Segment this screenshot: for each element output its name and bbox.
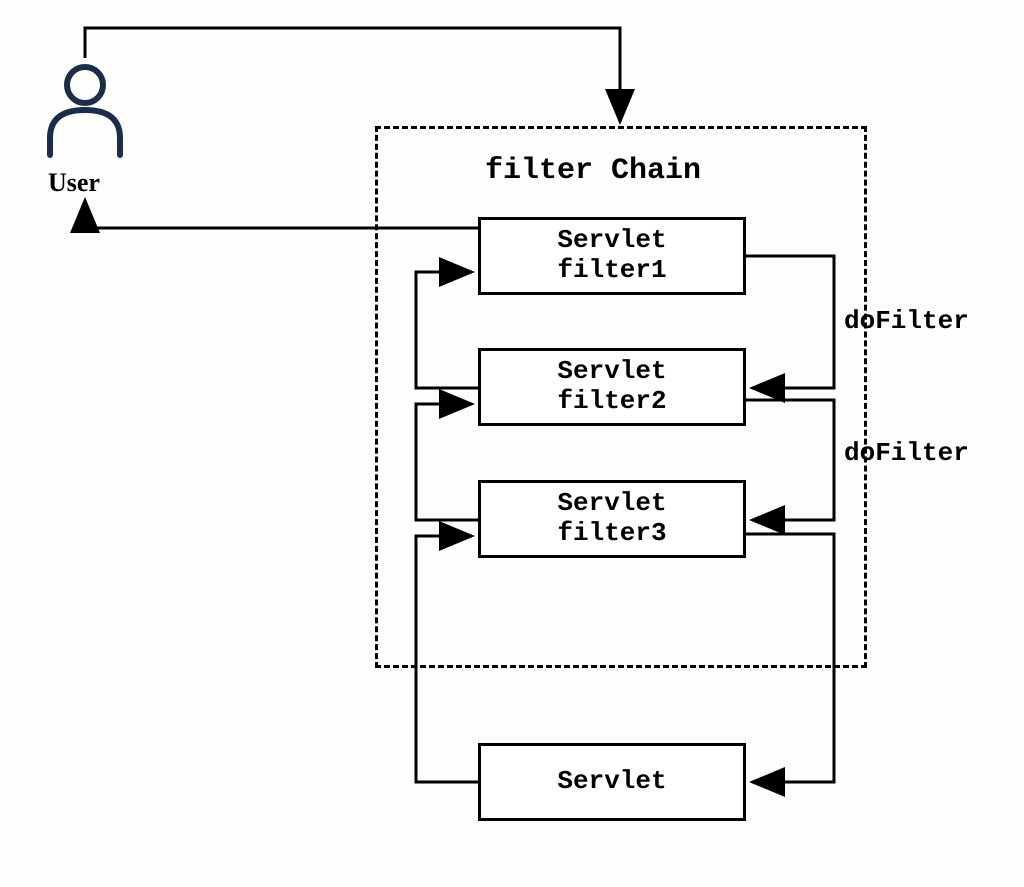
servlet-box: Servlet bbox=[478, 743, 746, 821]
do-filter-label-2: doFilter bbox=[844, 438, 969, 468]
filter2-line2: filter2 bbox=[557, 386, 666, 416]
servlet-filter2-box: Servlet filter2 bbox=[478, 348, 746, 426]
filter1-line2: filter1 bbox=[557, 255, 666, 285]
servlet-filter1-box: Servlet filter1 bbox=[478, 217, 746, 295]
filter3-line2: filter3 bbox=[557, 518, 666, 548]
filter1-line1: Servlet bbox=[557, 225, 666, 255]
user-icon bbox=[40, 60, 130, 160]
filter-chain-title: filter Chain bbox=[485, 154, 701, 188]
user-label: User bbox=[48, 168, 100, 198]
filter3-line1: Servlet bbox=[557, 488, 666, 518]
filter-chain-diagram: User filter Chain Servlet filter1 Servle… bbox=[0, 0, 1024, 887]
servlet-label: Servlet bbox=[557, 767, 666, 797]
servlet-filter3-box: Servlet filter3 bbox=[478, 480, 746, 558]
filter2-line1: Servlet bbox=[557, 356, 666, 386]
do-filter-label-1: doFilter bbox=[844, 306, 969, 336]
